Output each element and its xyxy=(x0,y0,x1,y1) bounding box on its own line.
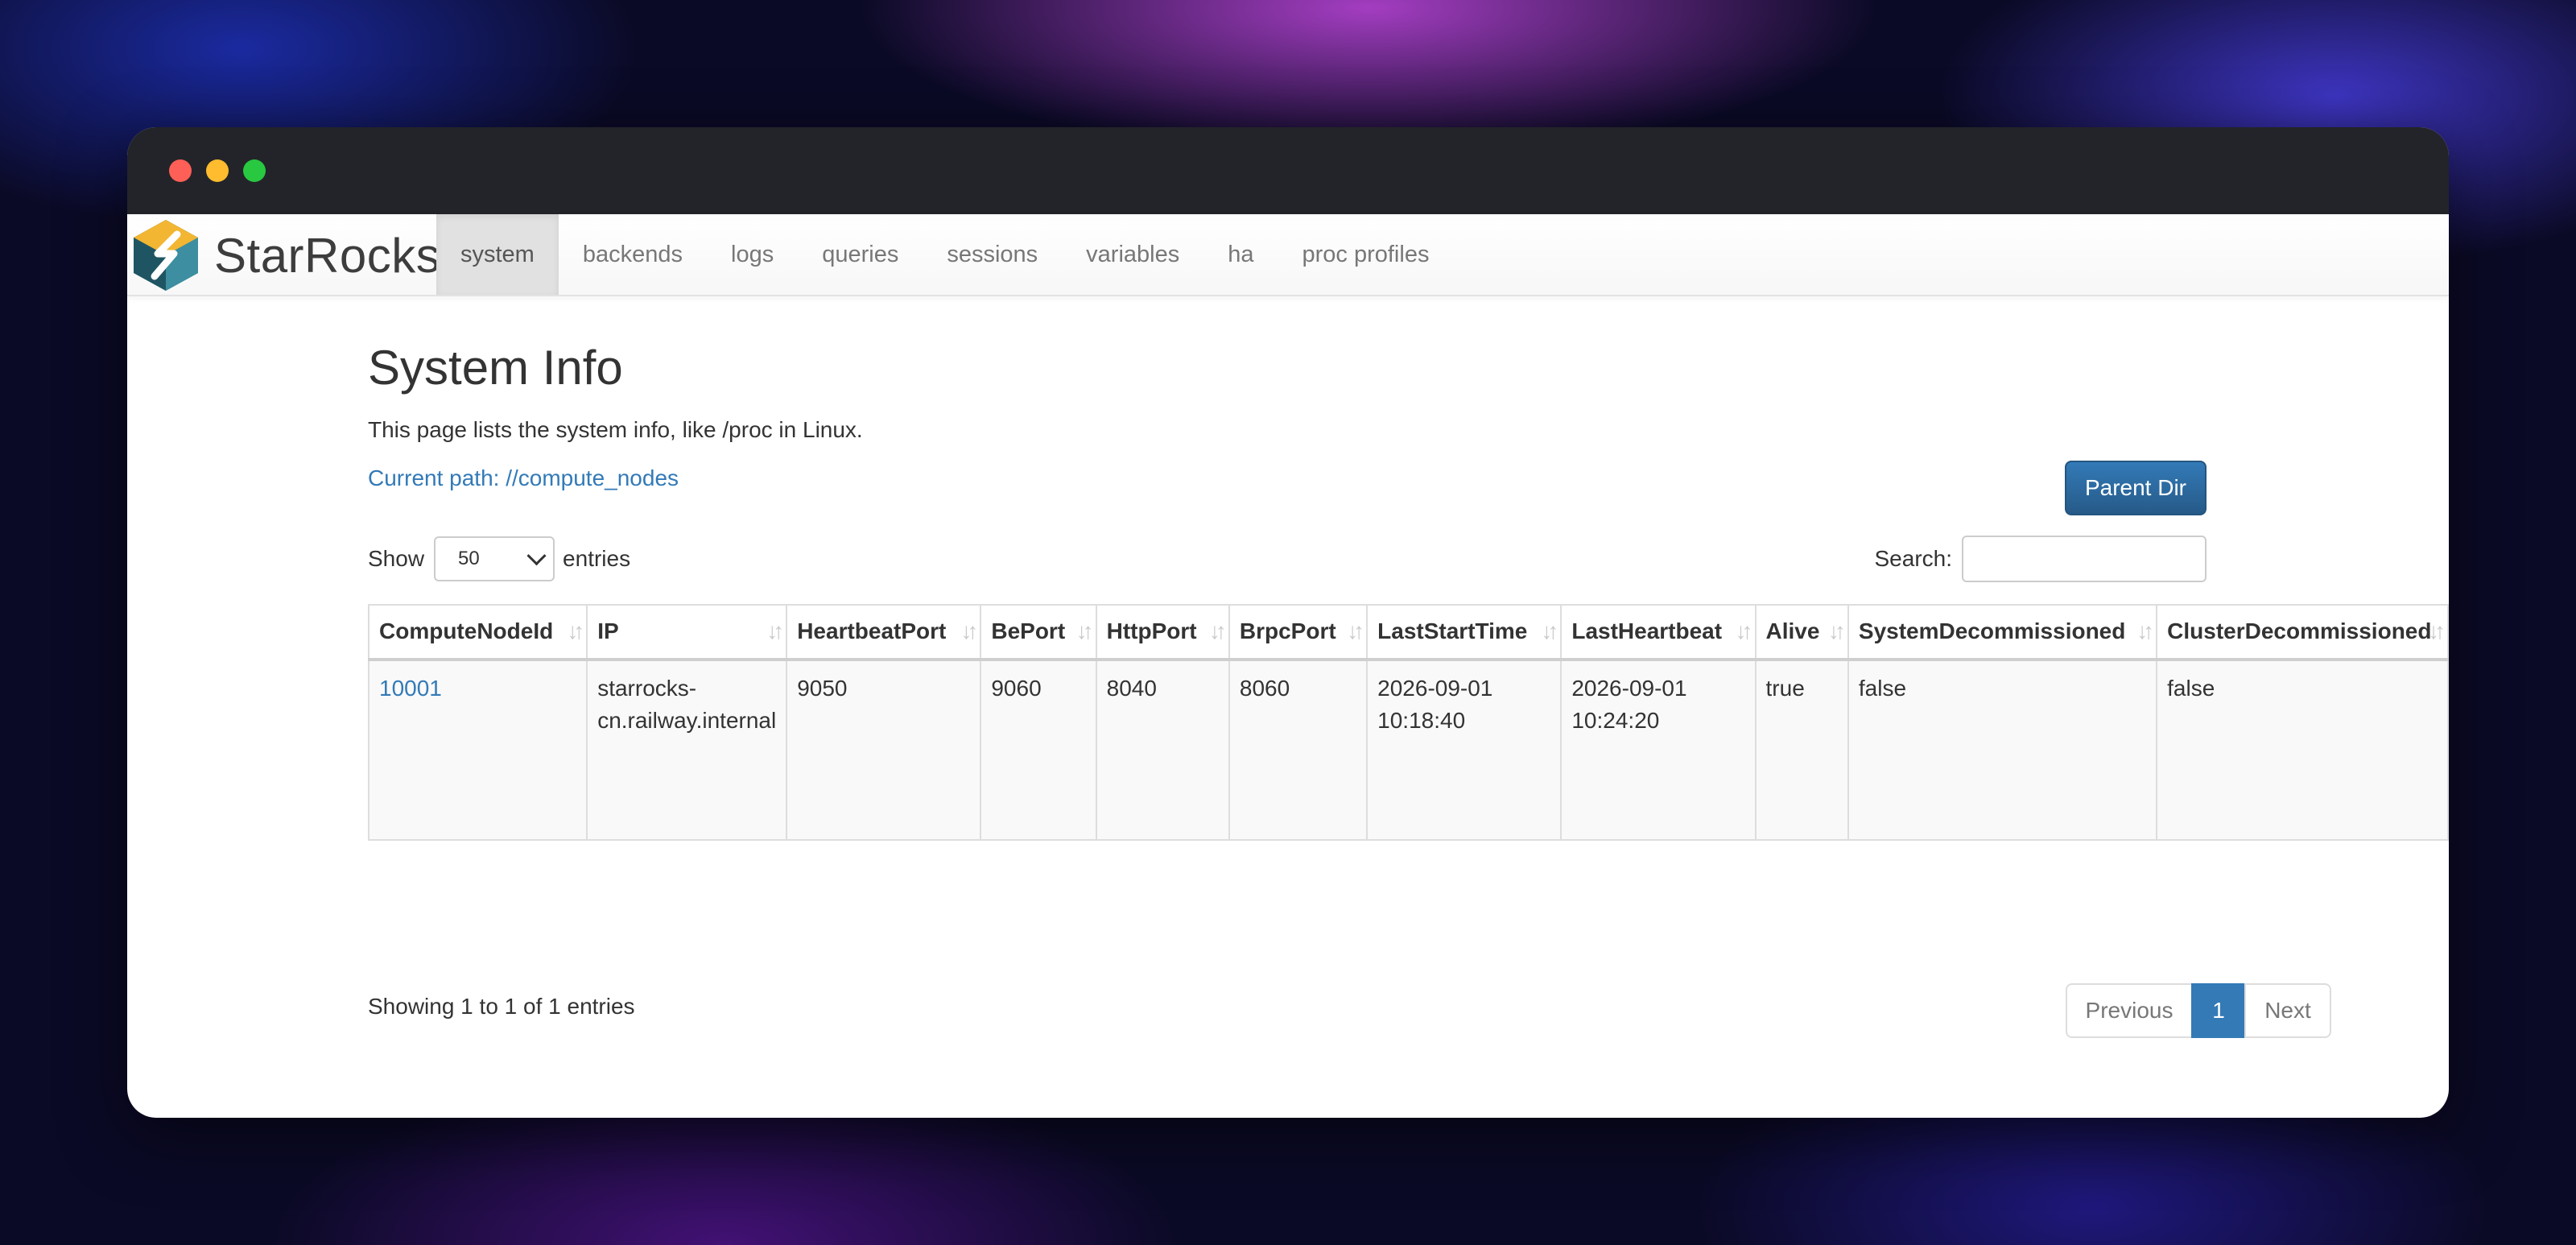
sort-icon: ↓↑ xyxy=(1075,618,1094,643)
maximize-window-button[interactable] xyxy=(243,159,266,182)
entries-select-value: 50 xyxy=(458,548,480,569)
column-header[interactable]: BePort ↓↑ xyxy=(980,604,1097,661)
column-header[interactable]: HttpPort ↓↑ xyxy=(1096,604,1230,661)
sort-icon: ↓↑ xyxy=(1735,618,1753,643)
table-cell: 2026-09-01 10:18:40 xyxy=(1367,660,1563,841)
table-row: 10001 starrocks-cn.railway.internal 9050… xyxy=(367,660,2449,841)
window-titlebar xyxy=(127,127,2449,214)
table-cell: false xyxy=(2157,660,2449,841)
current-path-link[interactable]: Current path: //compute_nodes xyxy=(368,465,679,491)
table-info: Showing 1 to 1 of 1 entries xyxy=(368,994,635,1019)
table-cell: 10001 xyxy=(367,660,588,841)
main-content: System Info This page lists the system i… xyxy=(367,295,2449,1118)
table-cell: starrocks-cn.railway.internal xyxy=(587,660,788,841)
sort-icon: ↓↑ xyxy=(1208,618,1227,643)
sort-icon: ↓↑ xyxy=(1541,618,1558,643)
next-page-button[interactable]: Next xyxy=(2244,983,2331,1038)
parent-dir-button[interactable]: Parent Dir xyxy=(2065,461,2207,515)
nav-item-ha[interactable]: ha xyxy=(1203,214,1278,295)
page-title: System Info xyxy=(368,341,623,395)
compute-nodes-table: ComputeNodeId ↓↑ IP ↓↑ HeartbeatPort ↓↑ BeP… xyxy=(367,604,2449,841)
pagination: Previous 1 Next xyxy=(2066,983,2331,1038)
column-header[interactable]: LastHeartbeat ↓↑ xyxy=(1561,604,1757,661)
search-label: Search: xyxy=(1874,546,1953,571)
sort-icon: ↓↑ xyxy=(2136,618,2154,643)
column-header[interactable]: Alive ↓↑ xyxy=(1755,604,1849,661)
sort-icon: ↓↑ xyxy=(2428,618,2446,643)
chevron-down-icon xyxy=(526,545,547,565)
table-cell: false xyxy=(1847,660,2158,841)
table-cell: 9060 xyxy=(980,660,1097,841)
column-header[interactable]: ClusterDecommissioned ↓↑ xyxy=(2157,604,2449,661)
brand-logo[interactable]: StarRocks xyxy=(130,217,440,293)
nav-item-system[interactable]: system xyxy=(436,214,559,295)
table-cell: 2026-09-01 10:24:20 xyxy=(1561,660,1757,841)
sort-icon: ↓↑ xyxy=(960,618,978,643)
browser-window: StarRocks system backends logs queries s… xyxy=(127,127,2449,1118)
close-window-button[interactable] xyxy=(169,159,192,182)
column-header[interactable]: LastStartTime ↓↑ xyxy=(1367,604,1563,661)
sort-icon: ↓↑ xyxy=(766,618,784,643)
previous-page-button[interactable]: Previous xyxy=(2066,983,2193,1038)
brand-name: StarRocks xyxy=(214,228,441,283)
sort-icon: ↓↑ xyxy=(567,618,584,643)
column-header[interactable]: BrpcPort ↓↑ xyxy=(1228,604,1368,661)
nav-item-proc-profiles[interactable]: proc profiles xyxy=(1278,214,1453,295)
show-label: Show xyxy=(368,546,425,571)
page-description: This page lists the system info, like /p… xyxy=(368,417,863,442)
nav-item-queries[interactable]: queries xyxy=(798,214,923,295)
top-navbar: StarRocks system backends logs queries s… xyxy=(127,214,2449,296)
table-cell: true xyxy=(1755,660,1849,841)
nav-item-backends[interactable]: backends xyxy=(559,214,707,295)
compute-node-id-link[interactable]: 10001 xyxy=(379,676,442,701)
sort-icon: ↓↑ xyxy=(1827,618,1846,643)
entries-label: entries xyxy=(563,546,631,571)
starrocks-logo-icon xyxy=(134,220,198,291)
column-header[interactable]: ComputeNodeId ↓↑ xyxy=(367,604,588,661)
page-1-button[interactable]: 1 xyxy=(2191,983,2246,1038)
entries-select[interactable]: 50 xyxy=(434,536,555,581)
minimize-window-button[interactable] xyxy=(206,159,229,182)
table-cell: 8040 xyxy=(1096,660,1230,841)
table-header-row: ComputeNodeId ↓↑ IP ↓↑ HeartbeatPort ↓↑ BeP… xyxy=(367,604,2449,661)
main-nav: system backends logs queries sessions va… xyxy=(436,214,1453,295)
nav-item-variables[interactable]: variables xyxy=(1062,214,1203,295)
column-header[interactable]: HeartbeatPort ↓↑ xyxy=(786,604,982,661)
nav-item-sessions[interactable]: sessions xyxy=(923,214,1062,295)
table-cell: 8060 xyxy=(1228,660,1368,841)
column-header[interactable]: SystemDecommissioned ↓↑ xyxy=(1847,604,2158,661)
search-control: Search: xyxy=(1875,535,2207,583)
sort-icon: ↓↑ xyxy=(1347,618,1364,643)
nav-item-logs[interactable]: logs xyxy=(707,214,798,295)
table-cell: 9050 xyxy=(786,660,982,841)
search-input[interactable] xyxy=(1962,536,2207,582)
column-header[interactable]: IP ↓↑ xyxy=(587,604,788,661)
entries-length-control: Show 50 entries xyxy=(368,535,630,583)
